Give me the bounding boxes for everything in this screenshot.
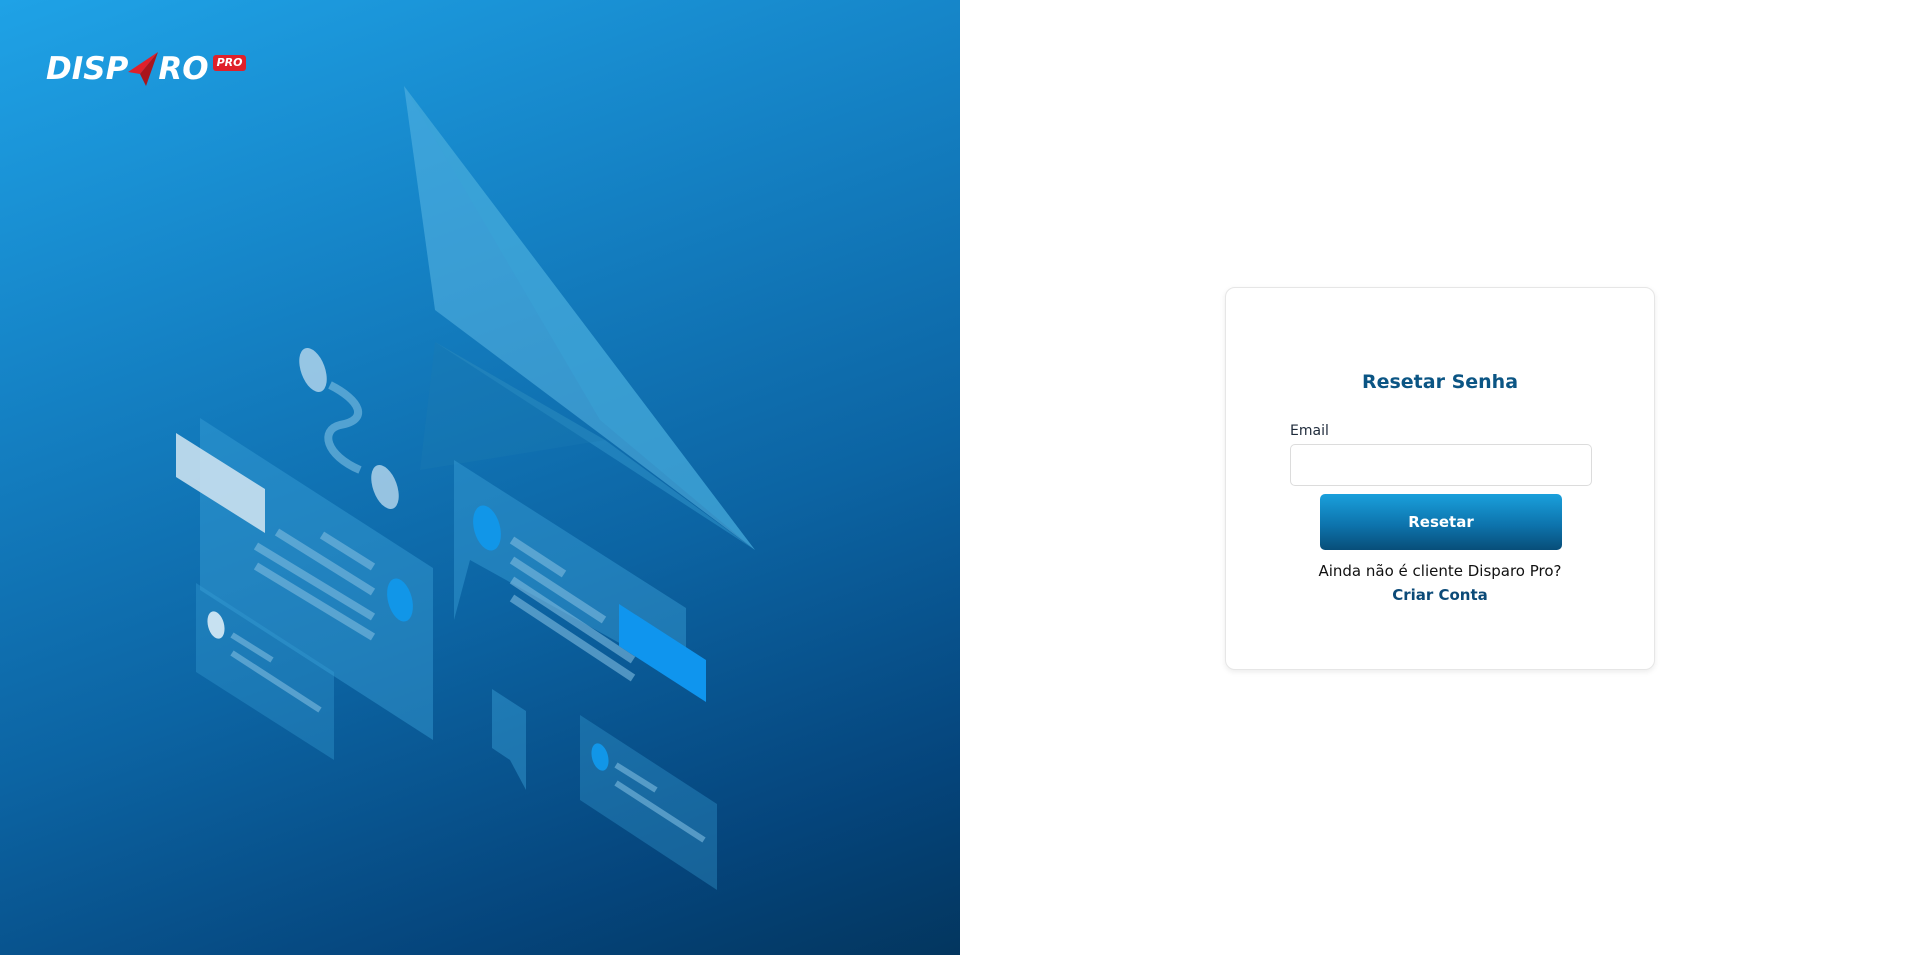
reset-password-card: Resetar Senha Email Resetar Ainda não é … [1225, 287, 1655, 670]
create-account-link[interactable]: Criar Conta [1226, 586, 1654, 604]
hero-illustration [176, 86, 755, 890]
logo-text-left: DISP [46, 51, 129, 87]
logo-pro-badge: PRO [212, 55, 247, 71]
signup-prompt: Ainda não é cliente Disparo Pro? [1318, 562, 1562, 580]
paper-plane-icon [126, 50, 160, 88]
reset-password-page: DISP RO PRO Resetar Senha Email Resetar … [0, 0, 1919, 955]
reset-button[interactable]: Resetar [1320, 494, 1562, 550]
email-input[interactable] [1290, 444, 1592, 486]
logo-text-right: RO [158, 51, 209, 87]
form-panel: Resetar Senha Email Resetar Ainda não é … [960, 0, 1919, 955]
hero-panel: DISP RO PRO [0, 0, 960, 955]
card-title: Resetar Senha [1361, 371, 1519, 393]
disparo-pro-logo: DISP RO PRO [46, 50, 247, 88]
email-label: Email [1290, 423, 1329, 439]
